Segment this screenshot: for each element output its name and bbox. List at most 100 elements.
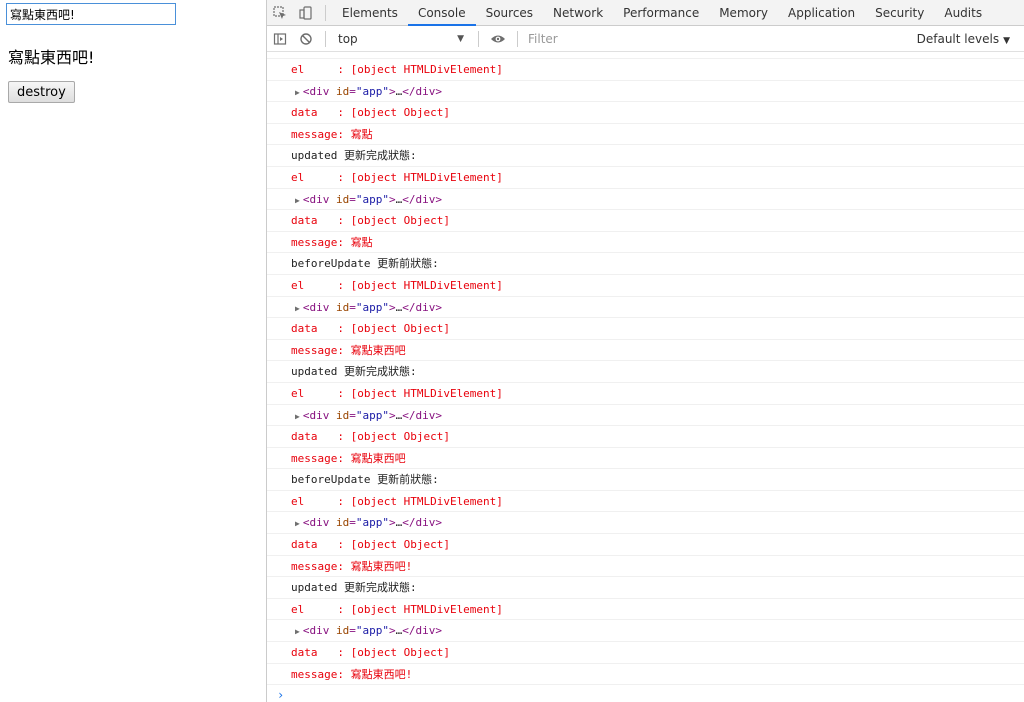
console-node-line[interactable]: ▶ <div id="app">…</div> [267,297,1024,319]
inspect-element-icon[interactable] [267,0,293,26]
node-attr-value: "app" [355,624,389,638]
toolbar-divider [325,30,326,47]
console-filter-input[interactable] [524,27,812,50]
expand-triangle-icon: ▶ [295,87,300,97]
node-tag-open: <div [302,624,336,638]
console-log-line: data : [object Object] [267,210,1024,232]
node-tag-open: <div [302,192,336,206]
message-input[interactable] [6,3,176,25]
node-attr-name: id [335,408,350,422]
destroy-button[interactable]: destroy [8,81,75,103]
node-tag-close: > [388,192,396,206]
tab-console[interactable]: Console [407,0,476,26]
tab-network[interactable]: Network [543,0,613,26]
show-sidebar-icon[interactable] [267,26,293,52]
node-tag-open: <div [302,516,336,530]
tab-performance[interactable]: Performance [613,0,709,26]
console-log-line: el : [object HTMLDivElement] [267,599,1024,621]
message-text: 寫點東西吧! [8,48,95,67]
console-toolbar: top ▼ Default levels▼ [267,26,1024,52]
context-selector-label: top [338,31,358,46]
log-levels-label: Default levels [916,31,1000,46]
node-attr-name: id [335,84,350,98]
node-attr-name: id [335,192,350,206]
node-attr-value: "app" [355,516,389,530]
node-attr-equals: = [349,84,356,98]
device-toolbar-icon[interactable] [293,0,319,26]
node-attr-value: "app" [355,408,389,422]
console-log-line: data : [object Object] [267,318,1024,340]
node-tag-close: > [388,516,396,530]
toolbar-divider [478,30,479,47]
tab-elements[interactable]: Elements [332,0,408,26]
node-attr-equals: = [349,408,356,422]
prompt-chevron-icon: › [277,688,285,702]
screen: 寫點東西吧! destroy ElementsConsoleSourcesNet… [0,0,1024,702]
node-tag-close: > [388,408,396,422]
node-attr-value: "app" [355,84,389,98]
expand-triangle-icon: ▶ [295,411,300,421]
live-expression-eye-icon[interactable] [485,26,511,52]
node-attr-name: id [335,300,350,314]
console-log-line: message: 寫點東西吧 [267,340,1024,362]
console-log-line: el : [object HTMLDivElement] [267,59,1024,81]
console-log-line: el : [object HTMLDivElement] [267,491,1024,513]
console-log-line: data : [object Object] [267,426,1024,448]
console-node-line[interactable]: ▶ <div id="app">…</div> [267,512,1024,535]
console-log-line: data : [object Object] [267,534,1024,556]
node-tag-end: </div> [402,192,442,206]
node-attr-name: id [335,516,350,530]
console-messages: el : [object HTMLDivElement] ▶ <div id="ap… [267,59,1024,686]
node-attr-equals: = [349,192,356,206]
node-tag-end: </div> [402,516,442,530]
node-tag-end: </div> [402,408,442,422]
console-log-line: el : [object HTMLDivElement] [267,275,1024,297]
node-attr-value: "app" [355,192,389,206]
console-log-line: el : [object HTMLDivElement] [267,383,1024,405]
console-output: el : [object HTMLDivElement] ▶ <div id="ap… [267,52,1024,702]
console-log-line: updated 更新完成狀態: [267,145,1024,167]
devtools-panel: Elements Console Sources Network Performance… [266,0,1024,702]
console-node-line[interactable]: ▶ <div id="app">…</div> [267,620,1024,643]
tab-application[interactable]: Application [778,0,865,26]
tab-sources[interactable]: Sources [476,0,543,26]
clear-console-icon[interactable] [293,26,319,52]
node-tag-close: > [388,624,396,638]
node-tag-end: </div> [402,300,442,314]
toolbar-divider [325,4,326,21]
node-attr-equals: = [349,516,356,530]
expand-triangle-icon: ▶ [295,519,300,529]
devtools-tabbar: Elements Console Sources Network Performance… [267,0,1024,26]
toolbar-divider [517,30,518,47]
expand-triangle-icon: ▶ [295,627,300,637]
dropdown-arrow-icon: ▼ [457,33,464,44]
console-log-line: beforeUpdate 更新前狀態: [267,469,1024,491]
console-log-line: updated 更新完成狀態: [267,361,1024,383]
console-log-line: updated 更新完成狀態: [267,577,1024,599]
tab-memory[interactable]: Memory [709,0,778,26]
console-log-line: data : [object Object] [267,642,1024,664]
console-node-line[interactable]: ▶ <div id="app">…</div> [267,81,1024,103]
console-log-line: el : [object HTMLDivElement] [267,167,1024,189]
console-node-line[interactable]: ▶ <div id="app">…</div> [267,189,1024,211]
node-attr-name: id [335,624,350,638]
tab-audits[interactable]: Audits [934,0,992,26]
log-levels-dropdown[interactable]: Default levels ▼ [917,32,1024,46]
node-tag-close: > [388,84,396,98]
dropdown-arrow-icon: ▼ [1003,35,1010,46]
console-prompt[interactable]: › [267,685,1024,702]
node-attr-equals: = [349,300,356,314]
node-tag-open: <div [302,84,336,98]
expand-triangle-icon: ▶ [295,303,300,313]
console-log-line: beforeUpdate 更新前狀態: [267,253,1024,275]
tab-security[interactable]: Security [865,0,934,26]
console-log-line: message: 寫點東西吧 [267,448,1024,470]
expand-triangle-icon: ▶ [295,195,300,205]
node-tag-open: <div [302,408,336,422]
console-log-line: message: 寫點東西吧! [267,664,1024,686]
console-node-line[interactable]: ▶ <div id="app">…</div> [267,405,1024,427]
node-tag-close: > [388,300,396,314]
context-selector[interactable]: top ▼ [332,26,472,52]
node-tag-end: </div> [402,84,442,98]
console-scrolled-row [267,52,1024,59]
